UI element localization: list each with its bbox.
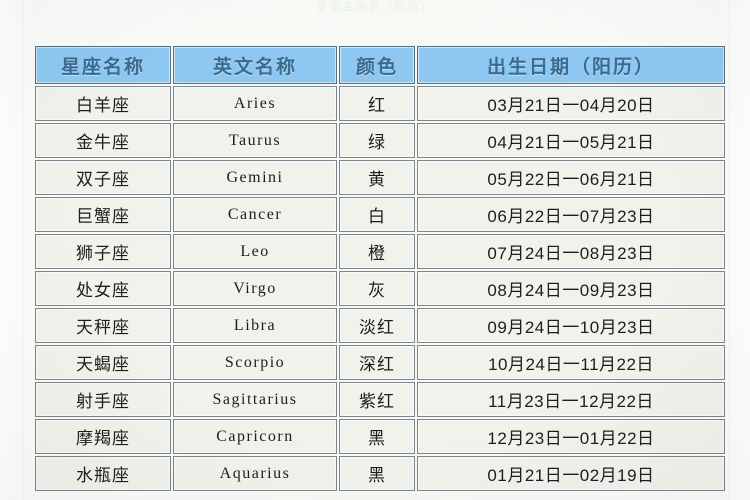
zodiac-name: 射手座	[35, 382, 171, 417]
zodiac-english-name: Cancer	[173, 197, 337, 232]
table-row: 摩羯座 Capricorn 黑 12月23日一01月22日	[35, 419, 725, 454]
zodiac-name: 双子座	[35, 160, 171, 195]
zodiac-color: 黑	[339, 419, 415, 454]
zodiac-english-name: Leo	[173, 234, 337, 269]
zodiac-name: 金牛座	[35, 123, 171, 158]
zodiac-color: 深红	[339, 345, 415, 380]
zodiac-birth-date: 08月24日一09月23日	[417, 271, 725, 306]
zodiac-english-name: Taurus	[173, 123, 337, 158]
zodiac-color: 橙	[339, 234, 415, 269]
zodiac-english-name: Sagittarius	[173, 382, 337, 417]
table-body: 白羊座 Aries 红 03月21日一04月20日 金牛座 Taurus 绿 04月21日一0…	[35, 86, 725, 491]
zodiac-birth-date: 03月21日一04月20日	[417, 86, 725, 121]
zodiac-english-name: Aries	[173, 86, 337, 121]
table-row: 双子座 Gemini 黄 05月22日一06月21日	[35, 160, 725, 195]
page-top-caption: 星座查询表（阳历）	[316, 1, 434, 13]
page-background: 星座查询表（阳历） 星座名称 英文名称 颜色 出生日期（阳历） 白羊座 Aries…	[0, 0, 750, 500]
column-header-name: 星座名称	[35, 46, 171, 84]
zodiac-birth-date: 11月23日一12月22日	[417, 382, 725, 417]
zodiac-color: 灰	[339, 271, 415, 306]
zodiac-birth-date: 06月22日一07月23日	[417, 197, 725, 232]
zodiac-color: 黄	[339, 160, 415, 195]
zodiac-birth-date: 10月24日一11月22日	[417, 345, 725, 380]
zodiac-birth-date: 01月21日一02月19日	[417, 456, 725, 491]
zodiac-color: 淡红	[339, 308, 415, 343]
zodiac-name: 白羊座	[35, 86, 171, 121]
zodiac-color: 紫红	[339, 382, 415, 417]
column-header-color: 颜色	[339, 46, 415, 84]
zodiac-color: 白	[339, 197, 415, 232]
table-row: 水瓶座 Aquarius 黑 01月21日一02月19日	[35, 456, 725, 491]
column-header-en: 英文名称	[173, 46, 337, 84]
table-row: 射手座 Sagittarius 紫红 11月23日一12月22日	[35, 382, 725, 417]
zodiac-color: 红	[339, 86, 415, 121]
zodiac-color: 黑	[339, 456, 415, 491]
zodiac-name: 狮子座	[35, 234, 171, 269]
column-header-date: 出生日期（阳历）	[417, 46, 725, 84]
zodiac-name: 水瓶座	[35, 456, 171, 491]
zodiac-name: 天蝎座	[35, 345, 171, 380]
table-row: 天秤座 Libra 淡红 09月24日一10月23日	[35, 308, 725, 343]
zodiac-english-name: Scorpio	[173, 345, 337, 380]
table-header: 星座名称 英文名称 颜色 出生日期（阳历）	[35, 46, 725, 84]
table-row: 白羊座 Aries 红 03月21日一04月20日	[35, 86, 725, 121]
zodiac-english-name: Aquarius	[173, 456, 337, 491]
zodiac-english-name: Gemini	[173, 160, 337, 195]
zodiac-name: 摩羯座	[35, 419, 171, 454]
table-row: 巨蟹座 Cancer 白 06月22日一07月23日	[35, 197, 725, 232]
zodiac-english-name: Libra	[173, 308, 337, 343]
page-left-rule	[22, 0, 23, 500]
zodiac-english-name: Virgo	[173, 271, 337, 306]
table-row: 天蝎座 Scorpio 深红 10月24日一11月22日	[35, 345, 725, 380]
table-header-row: 星座名称 英文名称 颜色 出生日期（阳历）	[35, 46, 725, 84]
table-row: 狮子座 Leo 橙 07月24日一08月23日	[35, 234, 725, 269]
zodiac-color: 绿	[339, 123, 415, 158]
table-row: 处女座 Virgo 灰 08月24日一09月23日	[35, 271, 725, 306]
zodiac-birth-date: 04月21日一05月21日	[417, 123, 725, 158]
zodiac-birth-date: 07月24日一08月23日	[417, 234, 725, 269]
page-right-rule	[729, 0, 730, 500]
zodiac-name: 处女座	[35, 271, 171, 306]
zodiac-birth-date: 05月22日一06月21日	[417, 160, 725, 195]
zodiac-birth-date: 12月23日一01月22日	[417, 419, 725, 454]
table-row: 金牛座 Taurus 绿 04月21日一05月21日	[35, 123, 725, 158]
zodiac-name: 天秤座	[35, 308, 171, 343]
zodiac-birth-date: 09月24日一10月23日	[417, 308, 725, 343]
zodiac-name: 巨蟹座	[35, 197, 171, 232]
zodiac-table: 星座名称 英文名称 颜色 出生日期（阳历） 白羊座 Aries 红 03月21日一04…	[33, 44, 727, 493]
zodiac-english-name: Capricorn	[173, 419, 337, 454]
